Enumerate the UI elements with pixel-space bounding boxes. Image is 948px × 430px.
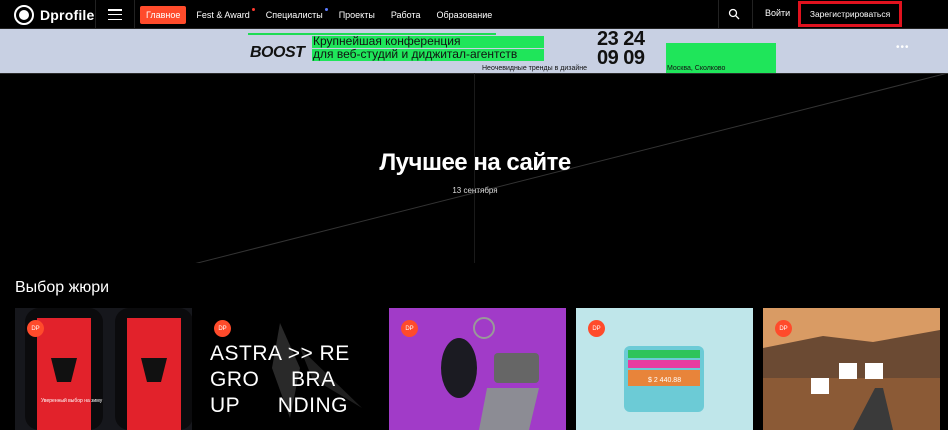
dp-badge: DP: [401, 320, 418, 337]
card-caption: ASTRA >> RE GRO BRA UP NDING: [210, 342, 350, 417]
banner-dates: 23 24 09 09: [597, 29, 645, 69]
notification-dot: [324, 8, 328, 11]
project-card[interactable]: DP: [389, 308, 566, 430]
hero-title: Лучшее на сайте: [379, 149, 571, 176]
banner-brand: BOOST: [250, 44, 305, 61]
nav-item-fest-award[interactable]: Fest & Award: [190, 6, 255, 24]
dp-badge: DP: [588, 320, 605, 337]
nav-item-main[interactable]: Главное: [140, 6, 187, 24]
divider: [95, 0, 96, 29]
project-card[interactable]: DP: [763, 308, 940, 430]
main-nav: Главное Fest & Award Специалисты Проекты…: [140, 6, 502, 24]
nav-item-projects[interactable]: Проекты: [333, 6, 381, 24]
jury-choice-cards: DP Уверенный выбор на зиму DP ASTRA >> R…: [15, 308, 940, 430]
top-navigation-bar: Dprofile Главное Fest & Award Специалист…: [0, 0, 948, 29]
menu-icon[interactable]: [108, 9, 122, 20]
logo-text: Dprofile: [40, 7, 95, 23]
card-caption: $ 2 440.88: [648, 377, 681, 384]
register-button[interactable]: Зарегистрироваться: [798, 1, 902, 27]
notification-dot: [251, 8, 255, 11]
divider: [134, 0, 135, 29]
divider: [718, 0, 719, 29]
nav-item-education[interactable]: Образование: [431, 6, 499, 24]
section-title: Выбор жюри: [15, 279, 110, 296]
hero-date: 13 сентября: [452, 186, 498, 195]
dp-badge: DP: [27, 320, 44, 337]
nav-item-jobs[interactable]: Работа: [385, 6, 427, 24]
project-card[interactable]: DP Уверенный выбор на зиму: [15, 308, 192, 430]
hero-section: Лучшее на сайте 13 сентября: [0, 73, 948, 263]
search-icon[interactable]: [728, 8, 740, 20]
logo-mark-icon: [14, 5, 34, 25]
project-card[interactable]: DP ASTRA >> RE GRO BRA UP NDING: [202, 308, 379, 430]
login-link[interactable]: Войти: [765, 8, 790, 18]
card-caption: Уверенный выбор на зиму: [41, 397, 103, 404]
dp-badge: DP: [214, 320, 231, 337]
ad-banner[interactable]: BOOST Крупнейшая конференция для веб-сту…: [0, 29, 948, 73]
banner-title: Крупнейшая конференция для веб-студий и …: [313, 34, 518, 61]
dp-badge: DP: [775, 320, 792, 337]
project-card[interactable]: DP $ 2 440.88: [576, 308, 753, 430]
logo[interactable]: Dprofile: [14, 5, 95, 25]
banner-subtitle: Неочевидные тренды в дизайне: [482, 65, 588, 72]
divider: [752, 0, 753, 29]
more-dots-icon[interactable]: •••: [896, 42, 910, 53]
banner-location: Москва, Сколково: [667, 65, 726, 72]
nav-item-specialists[interactable]: Специалисты: [260, 6, 329, 24]
